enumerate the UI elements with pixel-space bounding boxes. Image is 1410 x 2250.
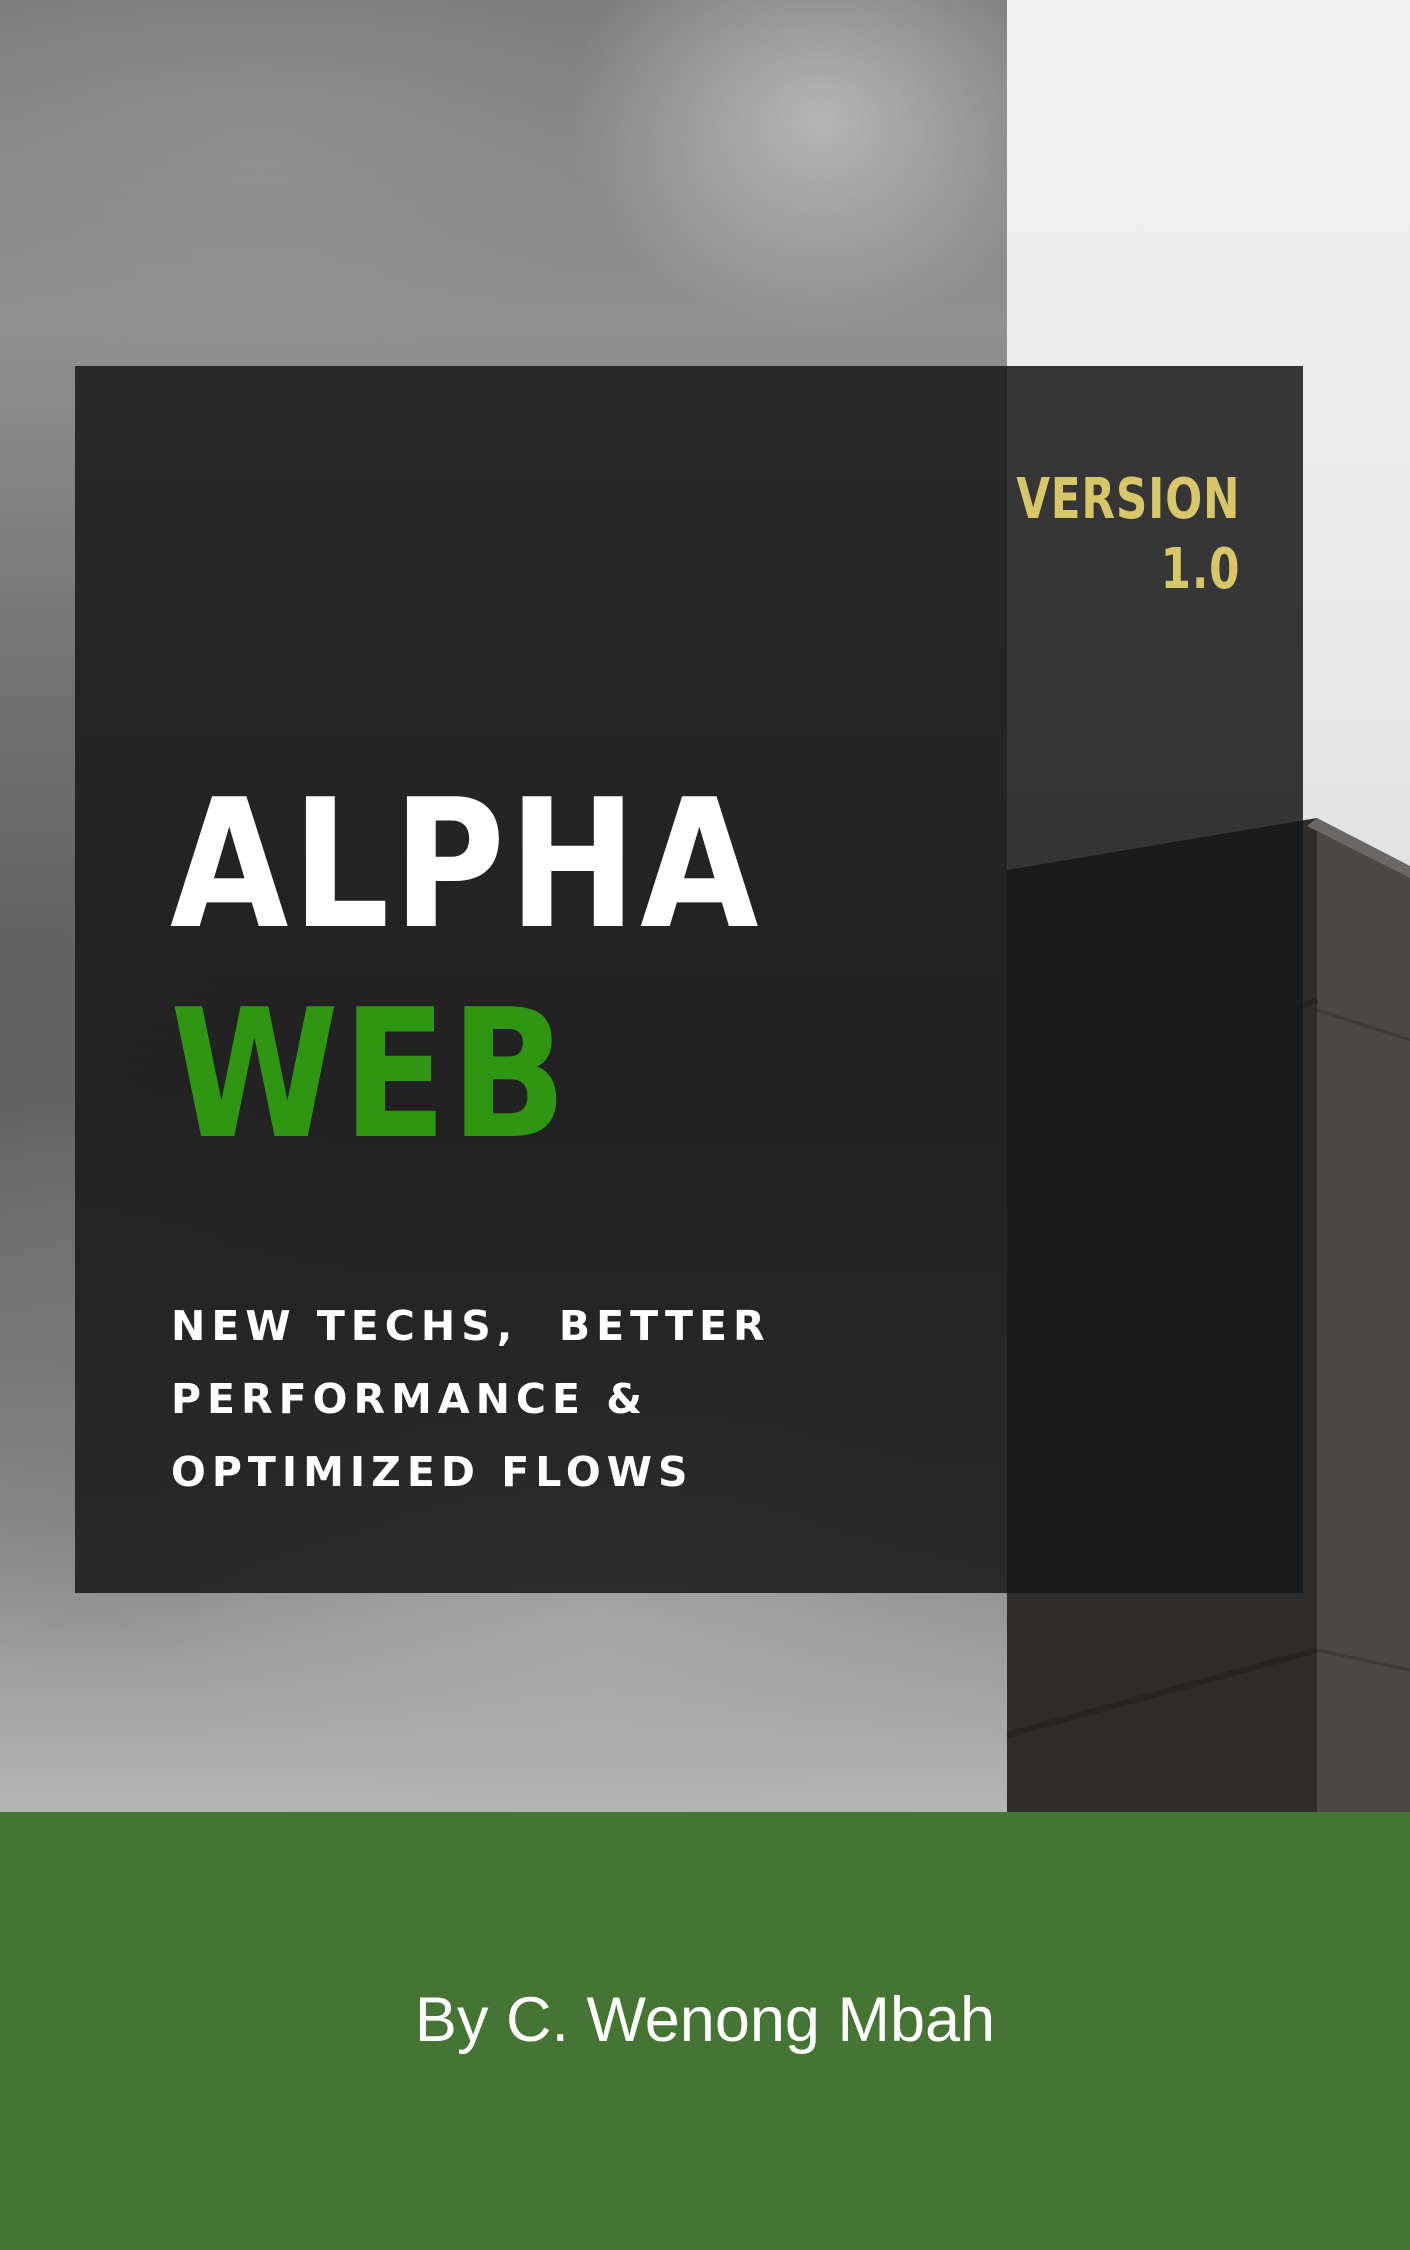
version-number: 1.0 (1160, 537, 1240, 602)
footer-band: By C. Wenong Mbah (0, 1812, 1410, 2250)
tagline-line: NEW TECHS, BETTER (171, 1302, 771, 1350)
tagline-line: PERFORMANCE & (171, 1375, 649, 1423)
title-line-web: WEB (170, 971, 571, 1178)
author-byline: By C. Wenong Mbah (414, 1985, 996, 2055)
version-word: VERSION (1015, 467, 1240, 532)
tagline: NEW TECHS, BETTER PERFORMANCE & OPTIMIZE… (171, 1290, 891, 1509)
book-title: ALPHA WEB (170, 760, 762, 1180)
title-line-alpha: ALPHA (170, 761, 763, 968)
version-label: VERSION 1.0 (1016, 465, 1240, 605)
tagline-line: OPTIMIZED FLOWS (171, 1448, 694, 1496)
